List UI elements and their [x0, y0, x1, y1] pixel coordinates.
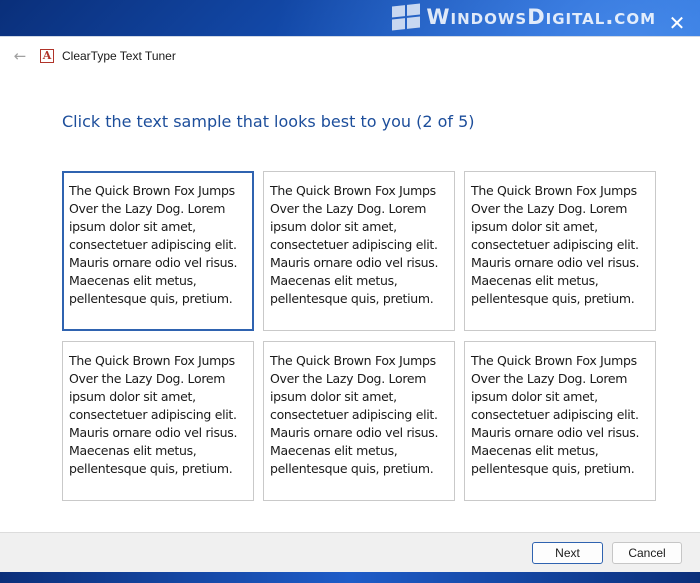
text-sample-6[interactable]: The Quick Brown Fox Jumps Over the Lazy … [464, 341, 656, 501]
window-title: ClearType Text Tuner [62, 48, 176, 63]
windows-logo-icon [392, 3, 421, 31]
back-arrow-icon[interactable]: ← [4, 47, 36, 65]
button-bar: Next Cancel [0, 532, 700, 572]
text-sample-grid: The Quick Brown Fox Jumps Over the Lazy … [62, 171, 656, 501]
cleartype-app-icon: A [40, 48, 54, 63]
sample-text: The Quick Brown Fox Jumps Over the Lazy … [69, 183, 238, 306]
sample-text: The Quick Brown Fox Jumps Over the Lazy … [471, 353, 640, 476]
watermark-text: WindowsDigital.com [426, 5, 656, 29]
wizard-content: Click the text sample that looks best to… [0, 74, 700, 532]
text-sample-5[interactable]: The Quick Brown Fox Jumps Over the Lazy … [263, 341, 455, 501]
text-sample-3[interactable]: The Quick Brown Fox Jumps Over the Lazy … [464, 171, 656, 331]
sample-text: The Quick Brown Fox Jumps Over the Lazy … [270, 183, 439, 306]
next-button[interactable]: Next [532, 542, 603, 564]
text-sample-2[interactable]: The Quick Brown Fox Jumps Over the Lazy … [263, 171, 455, 331]
sample-text: The Quick Brown Fox Jumps Over the Lazy … [471, 183, 640, 306]
page-heading: Click the text sample that looks best to… [62, 112, 475, 131]
watermark: WindowsDigital.com [392, 3, 656, 31]
text-sample-4[interactable]: The Quick Brown Fox Jumps Over the Lazy … [62, 341, 254, 501]
title-bar: ← A ClearType Text Tuner [0, 36, 700, 74]
sample-text: The Quick Brown Fox Jumps Over the Lazy … [69, 353, 238, 476]
desktop-strip [0, 572, 700, 583]
cancel-button[interactable]: Cancel [612, 542, 682, 564]
text-sample-1[interactable]: The Quick Brown Fox Jumps Over the Lazy … [62, 171, 254, 331]
close-icon[interactable]: ✕ [666, 12, 688, 34]
sample-text: The Quick Brown Fox Jumps Over the Lazy … [270, 353, 439, 476]
